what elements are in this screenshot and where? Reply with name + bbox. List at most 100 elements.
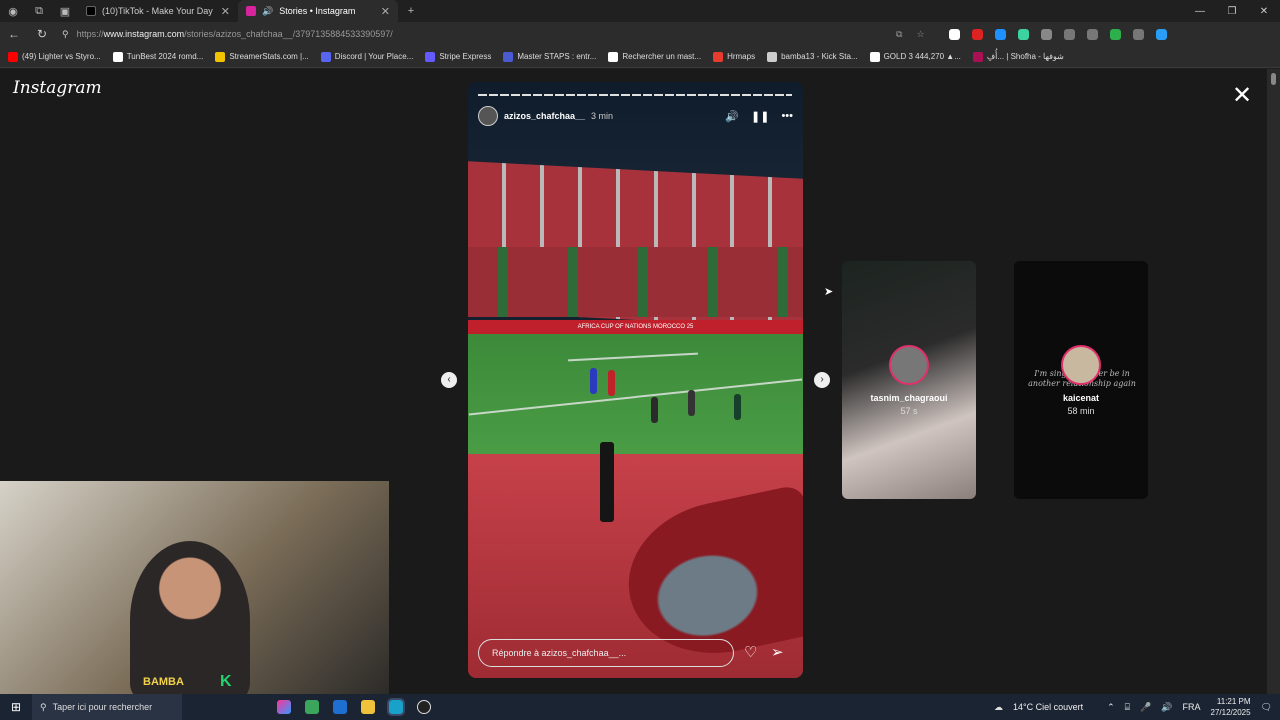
story-progress-bar <box>478 94 792 96</box>
store-icon[interactable] <box>305 700 319 714</box>
download-icon[interactable] <box>1086 28 1098 40</box>
close-icon[interactable]: ✕ <box>1232 81 1252 110</box>
clock[interactable]: 11:21 PM 27/12/2025 <box>1211 696 1251 718</box>
page-icon <box>713 51 724 62</box>
stats-icon <box>215 51 226 62</box>
split-screen-icon[interactable] <box>1063 28 1075 40</box>
bookmark-item[interactable]: (49) Lighter vs Styro... <box>8 51 101 62</box>
volume-icon[interactable]: 🔊 <box>1161 702 1172 713</box>
file-explorer-icon[interactable] <box>361 700 375 714</box>
tray-chevron-icon[interactable]: ⌃ <box>1107 702 1115 713</box>
clock-date: 27/12/2025 <box>1210 708 1251 717</box>
close-window-icon[interactable]: ✕ <box>1248 6 1280 17</box>
tab-actions-icon[interactable]: ▣ <box>52 0 78 22</box>
bookmark-item[interactable]: Master STAPS : entr... <box>503 51 596 62</box>
open-in-app-icon[interactable]: ⧉ <box>896 29 902 40</box>
weather-icon[interactable]: ☁ <box>994 702 1003 713</box>
extension-icon[interactable] <box>1017 28 1029 40</box>
tab-bar: ◉ ⧉ ▣ (10)TikTok - Make Your Day ✕ 🔊 Sto… <box>0 0 1280 22</box>
menu-dots-icon[interactable] <box>1132 28 1144 40</box>
back-icon[interactable]: ← <box>0 27 28 41</box>
kick-logo: K <box>220 673 232 690</box>
workspaces-icon[interactable]: ⧉ <box>26 0 52 22</box>
network-icon[interactable]: ⌸ <box>1125 702 1130 713</box>
extension-icon[interactable] <box>948 28 960 40</box>
language-indicator[interactable]: FRA <box>1183 702 1201 712</box>
bookmark-item[interactable]: bamba13 - Kick Sta... <box>767 51 858 62</box>
bookmark-item[interactable]: Stripe Express <box>425 51 491 62</box>
bookmark-item[interactable]: أُفِ... | Shofha - شوفها <box>972 51 1064 62</box>
send-icon[interactable]: ➢ <box>771 643 784 661</box>
tab-tiktok[interactable]: (10)TikTok - Make Your Day ✕ <box>78 0 238 22</box>
copilot-icon[interactable] <box>277 700 291 714</box>
microphone-icon[interactable]: 🎤 <box>1140 702 1151 713</box>
audio-icon[interactable]: 🔊 <box>262 6 273 17</box>
extensions <box>948 28 1167 40</box>
extension-icon[interactable] <box>994 28 1006 40</box>
page-icon <box>869 51 880 62</box>
bookmark-item[interactable]: Hrmaps <box>713 51 755 62</box>
bookmarks-bar: (49) Lighter vs Styro... TunBest 2024 ro… <box>0 46 1280 68</box>
bookmark-item[interactable]: Discord | Your Place... <box>320 51 413 62</box>
tiktok-icon <box>86 6 96 16</box>
bookmark-item[interactable]: TunBest 2024 romd... <box>112 51 203 62</box>
bookmark-item[interactable]: StreamerStats.com |... <box>215 51 309 62</box>
next-story-card[interactable]: I'm single... never be in another relati… <box>1014 261 1148 499</box>
weather-text[interactable]: 14°C Ciel couvert <box>1013 702 1083 712</box>
copilot-icon[interactable] <box>1155 28 1167 40</box>
story-image-player <box>651 397 658 423</box>
site-info-icon[interactable]: ⚲ <box>62 29 69 40</box>
stripe-icon <box>425 51 436 62</box>
obs-icon[interactable] <box>417 700 431 714</box>
bookmark-item[interactable]: GOLD 3 444,270 ▲... <box>869 51 961 62</box>
page-icon <box>767 51 778 62</box>
page-icon <box>503 51 514 62</box>
tab-instagram[interactable]: 🔊 Stories • Instagram ✕ <box>238 0 398 22</box>
close-tab-icon[interactable]: ✕ <box>381 5 390 18</box>
mouse-cursor-icon: ➤ <box>824 286 834 298</box>
more-options-icon[interactable]: ••• <box>781 110 793 123</box>
avatar[interactable] <box>478 106 498 126</box>
close-tab-icon[interactable]: ✕ <box>221 5 230 18</box>
extension-icon[interactable] <box>1109 28 1121 40</box>
favorite-star-icon[interactable]: ☆ <box>916 29 924 40</box>
next-story-card[interactable]: tasnim_chagraoui 57 s <box>842 261 976 499</box>
new-tab-icon[interactable]: + <box>398 0 424 22</box>
search-placeholder: Taper ici pour rechercher <box>52 702 153 712</box>
extension-icon[interactable] <box>971 28 983 40</box>
story-card[interactable]: AFRICA CUP OF NATIONS MOROCCO 25 azizos_… <box>468 82 803 678</box>
profile-icon[interactable]: ◉ <box>0 0 26 22</box>
heart-icon[interactable]: ♡ <box>744 643 757 661</box>
restore-icon[interactable]: ❐ <box>1216 6 1248 17</box>
url-field[interactable]: ⚲ https://www.instagram.com/stories/aziz… <box>56 25 936 43</box>
reply-input[interactable]: Répondre à azizos_chafchaa__... <box>478 639 734 667</box>
story-image-player <box>688 390 695 416</box>
instagram-icon <box>246 6 256 16</box>
search-icon: ⚲ <box>40 701 47 712</box>
pause-icon[interactable]: ❚❚ <box>751 110 769 123</box>
minimize-icon[interactable]: — <box>1184 6 1216 17</box>
refresh-icon[interactable]: ↻ <box>28 27 56 41</box>
windows-start-icon[interactable]: ⊞ <box>0 700 32 714</box>
scrollbar[interactable] <box>1267 69 1280 699</box>
volume-icon[interactable]: 🔊 <box>725 110 739 123</box>
extensions-icon[interactable] <box>1040 28 1052 40</box>
address-bar: ← ↻ ⚲ https://www.instagram.com/stories/… <box>0 22 1280 46</box>
page-icon <box>608 51 619 62</box>
edge-icon[interactable] <box>387 698 405 716</box>
outlook-icon[interactable] <box>333 700 347 714</box>
discord-icon <box>320 51 331 62</box>
url-text: https://www.instagram.com/stories/azizos… <box>76 29 393 39</box>
story-image-pitch <box>468 334 803 454</box>
notifications-icon[interactable]: 🗨 <box>1261 702 1272 713</box>
story-username[interactable]: azizos_chafchaa__ <box>504 111 585 121</box>
bookmark-item[interactable]: Rechercher un mast... <box>608 51 701 62</box>
story-time: 3 min <box>591 111 614 121</box>
next-story-button[interactable]: › <box>814 372 830 388</box>
taskbar-search-input[interactable]: ⚲ Taper ici pour rechercher <box>32 694 182 720</box>
instagram-logo[interactable]: Instagram <box>13 78 102 98</box>
previous-story-button[interactable]: ‹ <box>441 372 457 388</box>
page-icon <box>972 51 983 62</box>
webcam-logo: BAMBA <box>143 676 184 688</box>
page-icon <box>112 51 123 62</box>
